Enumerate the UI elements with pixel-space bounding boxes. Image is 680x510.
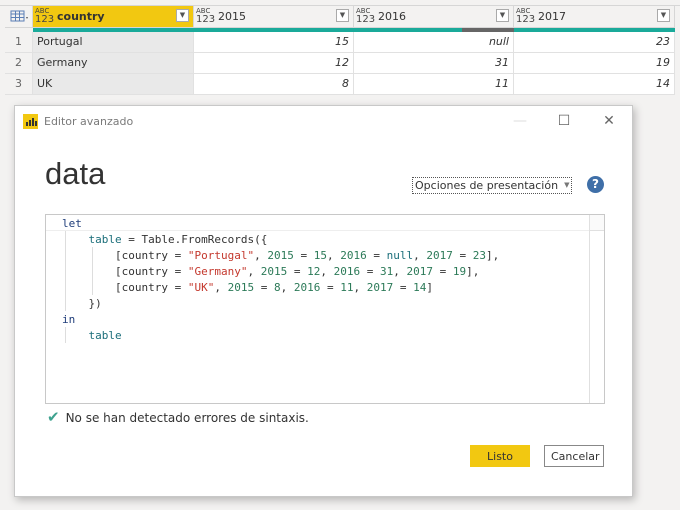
- table-cell[interactable]: Portugal: [33, 32, 194, 53]
- checkmark-icon: ✔: [47, 408, 60, 426]
- column-header-2016[interactable]: ABC 123 2016 ▼: [354, 6, 514, 28]
- table-cell[interactable]: Germany: [33, 53, 194, 74]
- table-cell[interactable]: 15: [194, 32, 354, 53]
- close-button[interactable]: ✕: [600, 112, 618, 130]
- table-cell[interactable]: 12: [194, 53, 354, 74]
- syntax-status: ✔ No se han detectado errores de sintaxis…: [47, 408, 309, 426]
- filter-dropdown-button[interactable]: ▼: [657, 9, 670, 22]
- type-any-icon: ABC 123: [196, 7, 216, 25]
- row-number: 3: [5, 74, 33, 95]
- table-icon: [10, 10, 28, 22]
- code-text: let table = Table.FromRecords({ [country…: [62, 217, 500, 342]
- minimize-button[interactable]: —: [511, 112, 529, 130]
- table-cell[interactable]: 31: [354, 53, 514, 74]
- done-button[interactable]: Listo: [470, 445, 530, 467]
- cancel-button[interactable]: Cancelar: [544, 445, 604, 467]
- row-number: 2: [5, 53, 33, 74]
- type-any-icon: ABC 123: [356, 7, 376, 25]
- table-cell[interactable]: UK: [33, 74, 194, 95]
- table-cell[interactable]: 14: [514, 74, 675, 95]
- table-cell[interactable]: 8: [194, 74, 354, 95]
- table-cell[interactable]: null: [354, 32, 514, 53]
- type-any-icon: ABC 123: [516, 7, 536, 25]
- filter-dropdown-button[interactable]: ▼: [496, 9, 509, 22]
- code-editor[interactable]: let table = Table.FromRecords({ [country…: [45, 214, 605, 404]
- table-menu-button[interactable]: [5, 6, 33, 28]
- column-header-country[interactable]: ABC 123 country ▼: [33, 6, 194, 28]
- dialog-title: Editor avanzado: [44, 115, 134, 128]
- advanced-editor-dialog: Editor avanzado — ☐ ✕ data Opciones de p…: [14, 105, 633, 497]
- table-cell[interactable]: 23: [514, 32, 675, 53]
- help-icon[interactable]: ?: [587, 176, 604, 193]
- table-cell[interactable]: 19: [514, 53, 675, 74]
- maximize-button[interactable]: ☐: [555, 112, 573, 130]
- column-header-2015[interactable]: ABC 123 2015 ▼: [194, 6, 354, 28]
- editor-scrollbar[interactable]: [589, 215, 604, 403]
- type-any-icon: ABC 123: [35, 7, 55, 25]
- row-number: 1: [5, 32, 33, 53]
- display-options-dropdown[interactable]: Opciones de presentación ▼: [412, 177, 573, 194]
- chevron-down-icon: ▼: [564, 181, 570, 189]
- filter-dropdown-button[interactable]: ▼: [336, 9, 349, 22]
- filter-dropdown-button[interactable]: ▼: [176, 9, 189, 22]
- power-bi-icon: [23, 114, 38, 129]
- column-header-2017[interactable]: ABC 123 2017 ▼: [514, 6, 675, 28]
- table-cell[interactable]: 11: [354, 74, 514, 95]
- query-name-heading: data: [45, 156, 106, 191]
